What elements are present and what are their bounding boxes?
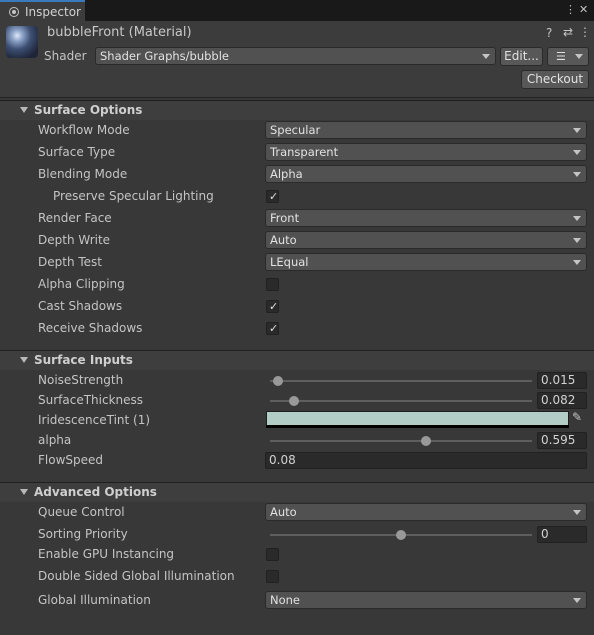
sorting-priority-slider-thumb[interactable] (396, 530, 406, 540)
section-title: Advanced Options (34, 485, 157, 499)
chevron-down-icon (573, 128, 581, 133)
noise-strength-slider-track[interactable] (270, 380, 532, 382)
menu-icon[interactable]: ⋮ (579, 25, 591, 39)
alpha-clipping-checkbox[interactable]: ✓ (266, 278, 279, 291)
flow-speed-label: FlowSpeed (38, 453, 104, 467)
queue-control-label: Queue Control (38, 505, 125, 519)
depth-test-label: Depth Test (38, 255, 102, 269)
surface-thickness-label: SurfaceThickness (38, 393, 144, 407)
depth-write-label: Depth Write (38, 233, 111, 247)
global-illumination-dropdown[interactable]: None (265, 591, 587, 609)
section-surface-options[interactable]: Surface Options (0, 100, 594, 120)
chevron-down-icon (573, 510, 581, 515)
shader-options-button[interactable]: ☰ (547, 47, 589, 66)
surface-type-label: Surface Type (38, 145, 116, 159)
noise-strength-label: NoiseStrength (38, 373, 124, 387)
material-header: bubbleFront (Material) ? ⇄ ⋮ Shader Shad… (0, 21, 594, 98)
help-icon[interactable]: ? (546, 26, 552, 40)
section-title: Surface Options (34, 103, 143, 117)
preserve-specular-label: Preserve Specular Lighting (53, 189, 214, 203)
edit-shader-button[interactable]: Edit... (500, 47, 543, 66)
more-options-icon[interactable]: ⋮ (565, 3, 576, 16)
alpha-field[interactable]: 0.595 (537, 432, 587, 449)
surface-thickness-field[interactable]: 0.082 (537, 392, 587, 409)
checkmark-icon: ✓ (269, 322, 279, 335)
blending-mode-dropdown[interactable]: Alpha (265, 165, 587, 183)
chevron-down-icon (573, 238, 581, 243)
blending-mode-value: Alpha (270, 167, 303, 181)
global-illumination-value: None (270, 593, 301, 607)
foldout-arrow-icon (20, 107, 28, 113)
close-icon[interactable]: ✕ (579, 3, 588, 16)
chevron-down-icon (573, 150, 581, 155)
info-icon (9, 7, 19, 17)
blending-mode-label: Blending Mode (38, 167, 128, 181)
section-advanced-options[interactable]: Advanced Options (0, 482, 594, 502)
workflow-mode-label: Workflow Mode (38, 123, 130, 137)
checkout-button[interactable]: Checkout (521, 70, 589, 89)
alpha-slider-track[interactable] (270, 440, 532, 442)
preserve-specular-checkbox[interactable]: ✓ (266, 190, 279, 203)
receive-shadows-label: Receive Shadows (38, 321, 143, 335)
material-title: bubbleFront (Material) (47, 25, 192, 40)
tab-inspector-label: Inspector (25, 5, 81, 19)
render-face-label: Render Face (38, 211, 112, 225)
sorting-priority-label: Sorting Priority (38, 527, 128, 541)
chevron-down-icon (482, 54, 490, 59)
surface-type-value: Transparent (270, 145, 339, 159)
double-sided-gi-label: Double Sided Global Illumination (38, 569, 235, 583)
chevron-down-icon (573, 216, 581, 221)
surface-thickness-slider-thumb[interactable] (288, 396, 299, 406)
eyedropper-icon[interactable]: ✎ (572, 410, 582, 424)
section-title: Surface Inputs (34, 353, 133, 367)
cast-shadows-checkbox[interactable]: ✓ (266, 300, 279, 313)
iridescence-tint-color-field[interactable] (266, 411, 569, 426)
surface-thickness-slider-track[interactable] (270, 400, 532, 402)
foldout-arrow-icon (20, 357, 28, 363)
checkmark-icon: ✓ (269, 300, 279, 313)
depth-test-dropdown[interactable]: LEqual (265, 253, 587, 271)
chevron-down-icon (573, 172, 581, 177)
preset-icon[interactable]: ⇄ (563, 25, 573, 39)
iridescence-tint-alpha-bar (266, 425, 569, 428)
cast-shadows-label: Cast Shadows (38, 299, 123, 313)
shader-dropdown[interactable]: Shader Graphs/bubble (95, 47, 496, 65)
sorting-priority-field[interactable]: 0 (537, 526, 587, 543)
flow-speed-field[interactable]: 0.08 (265, 452, 587, 469)
receive-shadows-checkbox[interactable]: ✓ (266, 322, 279, 335)
gpu-instancing-checkbox[interactable]: ✓ (266, 548, 279, 561)
noise-strength-slider-thumb[interactable] (272, 376, 283, 386)
section-surface-inputs[interactable]: Surface Inputs (0, 350, 594, 370)
queue-control-value: Auto (270, 505, 297, 519)
render-face-value: Front (270, 211, 300, 225)
workflow-mode-dropdown[interactable]: Specular (265, 121, 587, 139)
alpha-clipping-label: Alpha Clipping (38, 277, 125, 291)
surface-type-dropdown[interactable]: Transparent (265, 143, 587, 161)
shader-value: Shader Graphs/bubble (100, 49, 229, 63)
depth-write-value: Auto (270, 233, 297, 247)
checkmark-icon: ✓ (269, 190, 279, 203)
global-illumination-label: Global Illumination (38, 593, 151, 607)
foldout-arrow-icon (20, 489, 28, 495)
tab-inspector[interactable]: Inspector (0, 0, 85, 21)
chevron-down-icon (573, 260, 581, 265)
iridescence-tint-label: IridescenceTint (1) (38, 413, 151, 427)
depth-write-dropdown[interactable]: Auto (265, 231, 587, 249)
shader-label: Shader (44, 49, 87, 63)
list-icon: ☰ (556, 50, 566, 63)
noise-strength-field[interactable]: 0.015 (537, 372, 587, 389)
alpha-slider-thumb[interactable] (420, 436, 431, 446)
gpu-instancing-label: Enable GPU Instancing (38, 547, 175, 561)
render-face-dropdown[interactable]: Front (265, 209, 587, 227)
chevron-down-icon (573, 598, 581, 603)
double-sided-gi-checkbox[interactable]: ✓ (266, 570, 279, 583)
depth-test-value: LEqual (270, 255, 309, 269)
queue-control-dropdown[interactable]: Auto (265, 503, 587, 521)
tab-strip: Inspector ⋮ ✕ (0, 0, 594, 21)
chevron-down-icon (575, 54, 583, 59)
workflow-mode-value: Specular (270, 123, 321, 137)
material-preview-thumbnail (6, 26, 38, 58)
alpha-label: alpha (38, 433, 72, 447)
